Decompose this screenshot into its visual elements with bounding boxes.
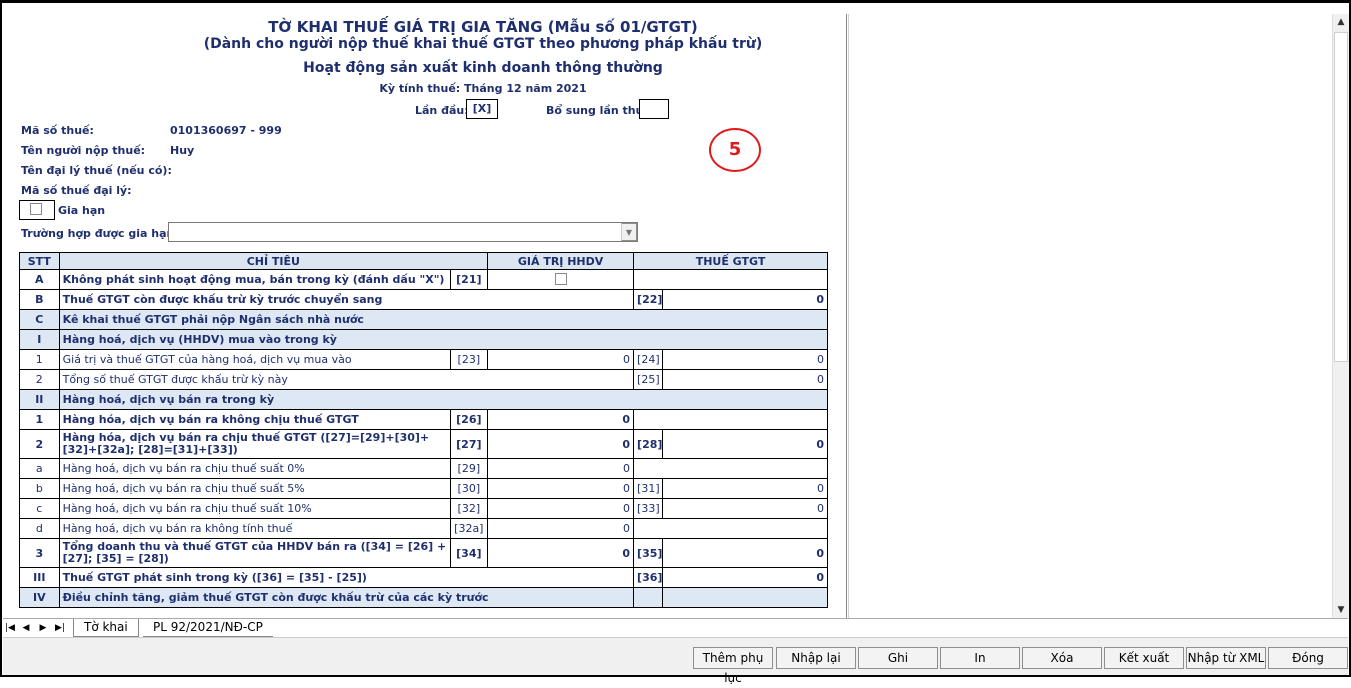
window-frame <box>0 0 1351 677</box>
